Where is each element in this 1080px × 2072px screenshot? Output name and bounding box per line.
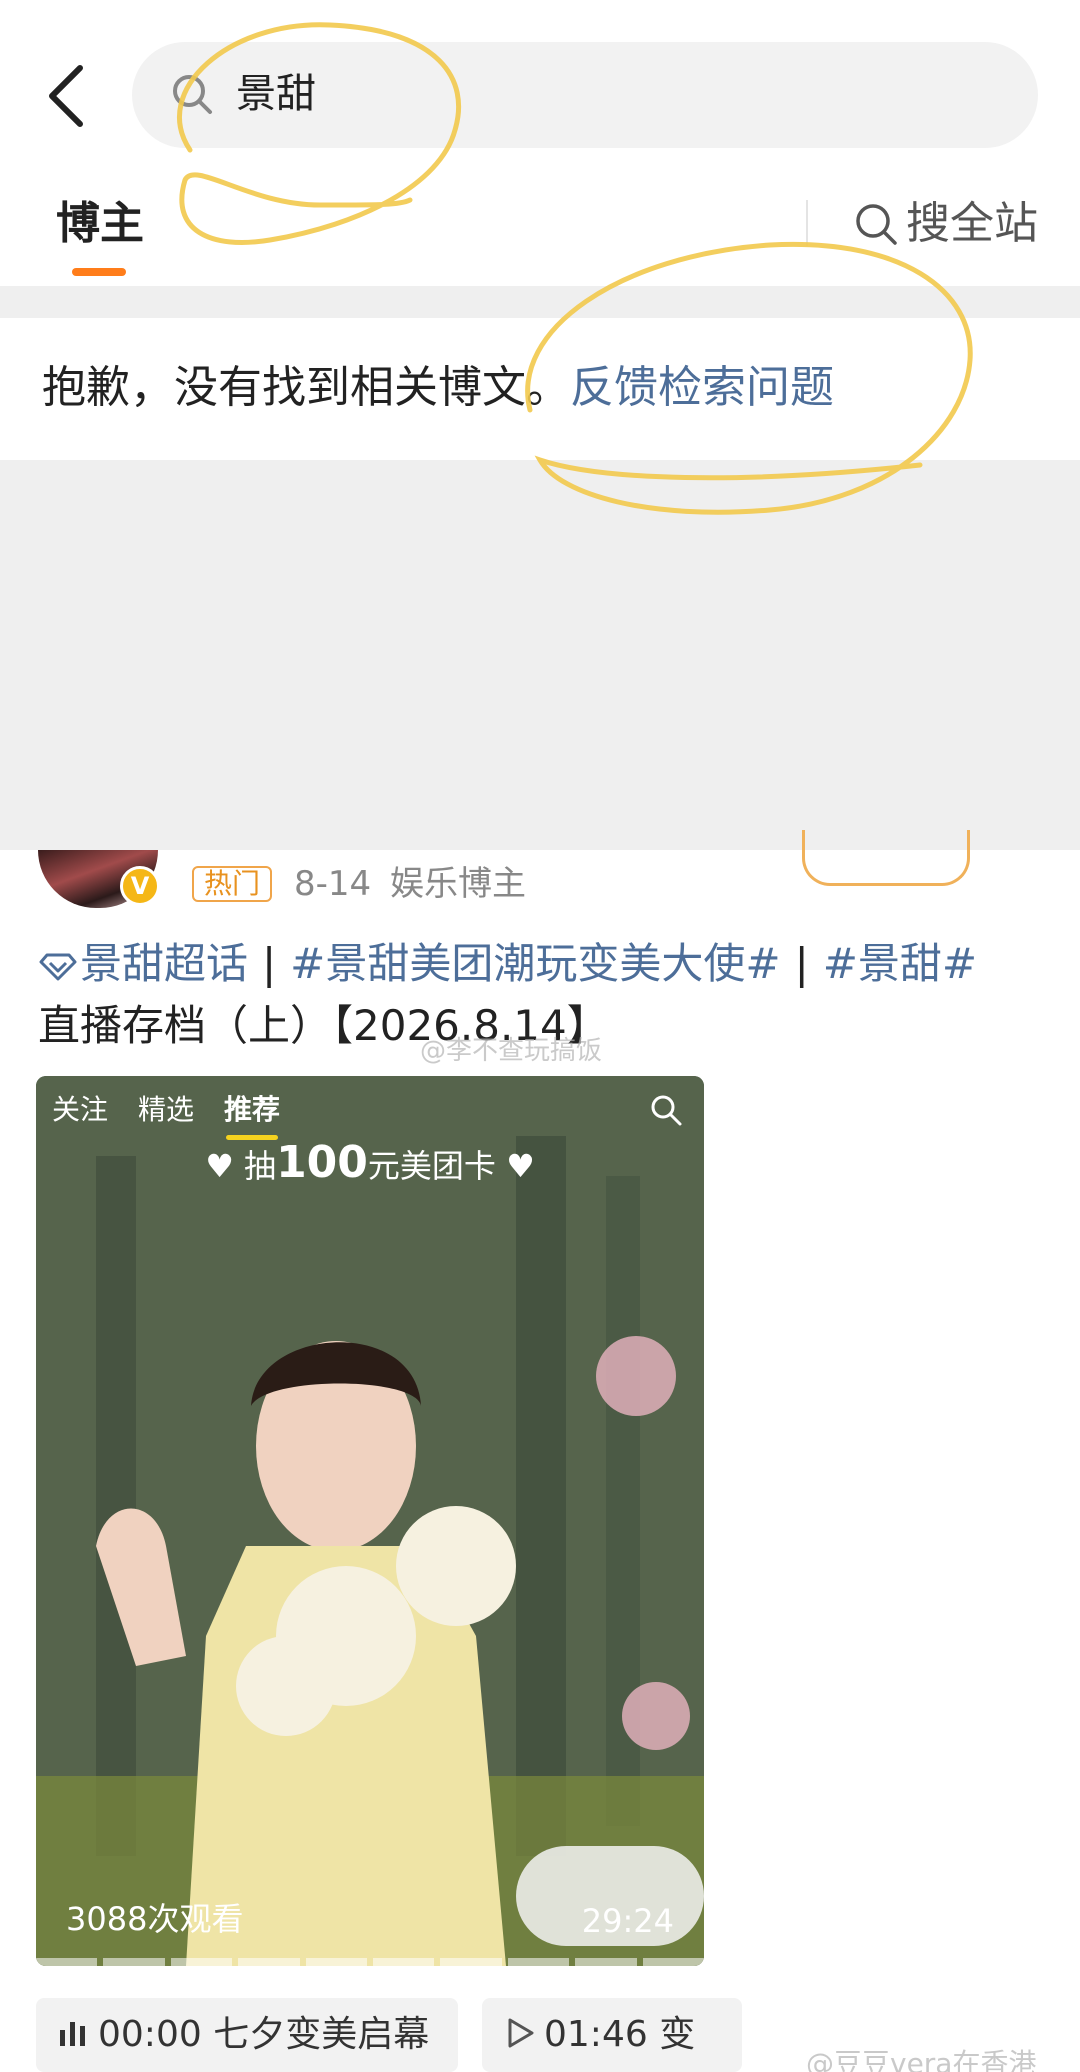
search-icon — [173, 75, 212, 114]
separator: | — [794, 939, 809, 988]
chapter-item[interactable]: 01:46 变 — [482, 1998, 742, 2072]
hashtag-link[interactable]: #景甜# — [823, 939, 977, 988]
promo-prefix: 抽 — [244, 1147, 277, 1185]
empty-result-text: 抱歉，没有找到相关博文。 — [42, 362, 570, 413]
video-thumbnail — [36, 1076, 704, 1966]
separator: | — [262, 939, 277, 988]
empty-result-message: 抱歉，没有找到相关博文。反馈检索问题 — [0, 318, 1080, 460]
empty-area — [0, 460, 1080, 850]
chapter-time: 00:00 — [98, 2014, 202, 2055]
tab-blogger[interactable]: 博主 — [56, 194, 144, 254]
chapter-item[interactable]: 00:00 七夕变美启幕 — [36, 1998, 458, 2072]
promo-amount: 100 — [276, 1137, 368, 1188]
watermark: @豆豆vera在香港 — [806, 2047, 1037, 2072]
chapter-title: 七夕变美启幕 — [213, 2014, 430, 2055]
post-text: 景甜超话 | #景甜美团潮玩变美大使# | #景甜# — [38, 934, 1048, 994]
chevron-left-icon — [49, 65, 83, 127]
video-progress — [36, 1958, 704, 1966]
search-header: 景甜 — [0, 0, 1080, 150]
result-tabs: 博主 搜全站 — [0, 180, 1080, 280]
video-tab-follow[interactable]: 关注 — [52, 1090, 108, 1130]
super-topic-icon — [39, 953, 77, 981]
section-divider — [0, 286, 1080, 318]
heart-icon: ♥ — [495, 1147, 535, 1185]
hashtag-link[interactable]: #景甜美团潮玩变美大使# — [290, 939, 780, 988]
view-count: 3088次观看 — [66, 1900, 244, 1938]
feedback-link[interactable]: 反馈检索问题 — [570, 362, 834, 413]
tab-divider — [806, 200, 808, 246]
super-topic-link[interactable]: 景甜超话 — [80, 939, 248, 988]
follow-button[interactable] — [802, 830, 970, 886]
site-search-button[interactable]: 搜全站 — [852, 194, 1038, 254]
play-icon — [508, 2018, 534, 2048]
hot-badge: 热门 — [192, 866, 273, 902]
chapter-title: 变 — [659, 2014, 696, 2055]
post-card: V 热门 8-14 娱乐博主 景甜超话 | #景甜美团潮玩变美大使# | #景甜# 直播… — [0, 830, 1080, 2072]
video-duration: 29:24 — [581, 1902, 674, 1940]
post-date: 8-14 — [294, 864, 372, 904]
video-tab-featured[interactable]: 精选 — [138, 1090, 194, 1130]
video-nav: 关注 精选 推荐 — [52, 1090, 280, 1140]
promo-suffix: 元美团卡 — [367, 1147, 496, 1185]
author-role: 娱乐博主 — [390, 864, 526, 904]
search-input[interactable]: 景甜 — [132, 42, 1038, 148]
video-tab-recommend[interactable]: 推荐 — [224, 1090, 280, 1140]
chapter-time: 01:46 — [544, 2014, 648, 2055]
back-button[interactable] — [40, 58, 100, 134]
search-icon — [856, 204, 897, 245]
promo-banner: ♥ 抽100元美团卡 ♥ — [36, 1138, 704, 1191]
verified-badge: V — [120, 866, 160, 906]
site-search-label: 搜全站 — [906, 198, 1038, 249]
heart-icon: ♥ — [205, 1147, 245, 1185]
tab-active-indicator — [72, 268, 126, 276]
audio-bars-icon — [60, 2022, 85, 2046]
watermark: @李不查玩搞饭 — [420, 1036, 603, 1066]
search-icon[interactable] — [648, 1092, 684, 1128]
video-player[interactable]: 关注 精选 推荐 ♥ 抽100元美团卡 ♥ 3088次观看 29:24 — [36, 1076, 704, 1966]
search-query-text: 景甜 — [236, 71, 316, 117]
